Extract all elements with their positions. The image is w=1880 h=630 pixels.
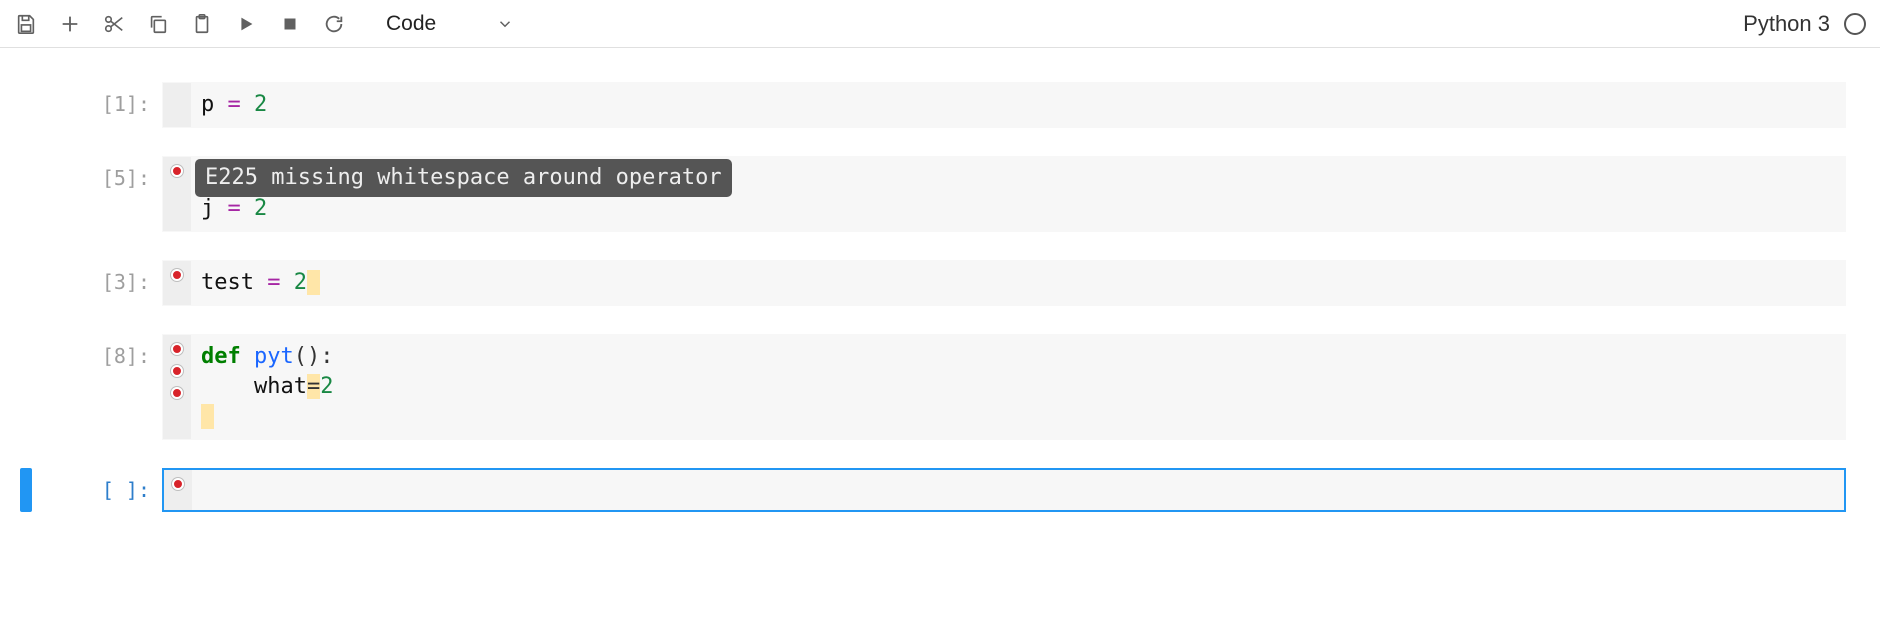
clipboard-icon <box>191 13 213 35</box>
notebook-cell[interactable]: [3]: test = 2 <box>20 260 1846 306</box>
stop-icon <box>279 13 301 35</box>
editor-gutter <box>163 83 191 127</box>
paste-button[interactable] <box>180 4 224 44</box>
lint-error-icon[interactable] <box>172 478 184 490</box>
cell-prompt: [5]: <box>32 156 162 190</box>
kernel-status-idle-icon <box>1844 13 1866 35</box>
cell-active-bar <box>20 82 32 128</box>
notebook-cell[interactable]: [5]: j = 2E225 missing whitespace around… <box>20 156 1846 232</box>
copy-button[interactable] <box>136 4 180 44</box>
scissors-icon <box>103 13 125 35</box>
chevron-down-icon <box>496 15 514 33</box>
editor-gutter <box>163 335 191 439</box>
lint-error-icon[interactable] <box>171 165 183 177</box>
stop-button[interactable] <box>268 4 312 44</box>
code-content[interactable]: test = 2 <box>191 261 1845 305</box>
cell-type-dropdown[interactable]: Code <box>376 4 524 44</box>
restart-button[interactable] <box>312 4 356 44</box>
lint-error-icon[interactable] <box>171 269 183 281</box>
toolbar: Code Python 3 <box>0 0 1880 48</box>
editor-gutter <box>163 157 191 231</box>
editor-gutter <box>163 261 191 305</box>
cell-active-bar <box>20 334 32 440</box>
lint-error-icon[interactable] <box>171 343 183 355</box>
code-content[interactable] <box>192 470 1844 510</box>
kernel-name: Python 3 <box>1743 11 1830 37</box>
cell-active-bar <box>20 260 32 306</box>
code-editor[interactable]: j = 2E225 missing whitespace around oper… <box>162 156 1846 232</box>
notebook-cell[interactable]: [1]: p = 2 <box>20 82 1846 128</box>
save-icon <box>15 13 37 35</box>
save-button[interactable] <box>4 4 48 44</box>
code-editor[interactable] <box>162 468 1846 512</box>
lint-tooltip: E225 missing whitespace around operator <box>195 159 732 197</box>
restart-icon <box>323 13 345 35</box>
kernel-indicator[interactable]: Python 3 <box>1743 11 1872 37</box>
notebook-area: [1]: p = 2 [5]: j = 2E225 missing whitespa… <box>0 48 1880 512</box>
cell-prompt: [3]: <box>32 260 162 294</box>
notebook-cell[interactable]: [ ]: <box>20 468 1846 512</box>
lint-error-icon[interactable] <box>171 365 183 377</box>
lint-error-icon[interactable] <box>171 387 183 399</box>
editor-gutter <box>164 470 192 510</box>
code-content[interactable]: def pyt(): what=2 <box>191 335 1845 439</box>
notebook-cell[interactable]: [8]: def pyt(): what=2 <box>20 334 1846 440</box>
cell-prompt: [ ]: <box>32 468 162 502</box>
code-content[interactable]: p = 2 <box>191 83 1845 127</box>
code-editor[interactable]: p = 2 <box>162 82 1846 128</box>
add-cell-button[interactable] <box>48 4 92 44</box>
copy-icon <box>147 13 169 35</box>
cell-prompt: [8]: <box>32 334 162 368</box>
plus-icon <box>59 13 81 35</box>
code-editor[interactable]: def pyt(): what=2 <box>162 334 1846 440</box>
cut-button[interactable] <box>92 4 136 44</box>
cell-type-label: Code <box>386 12 436 36</box>
cell-active-bar <box>20 468 32 512</box>
play-icon <box>235 13 257 35</box>
cell-prompt: [1]: <box>32 82 162 116</box>
code-editor[interactable]: test = 2 <box>162 260 1846 306</box>
cell-active-bar <box>20 156 32 232</box>
run-button[interactable] <box>224 4 268 44</box>
